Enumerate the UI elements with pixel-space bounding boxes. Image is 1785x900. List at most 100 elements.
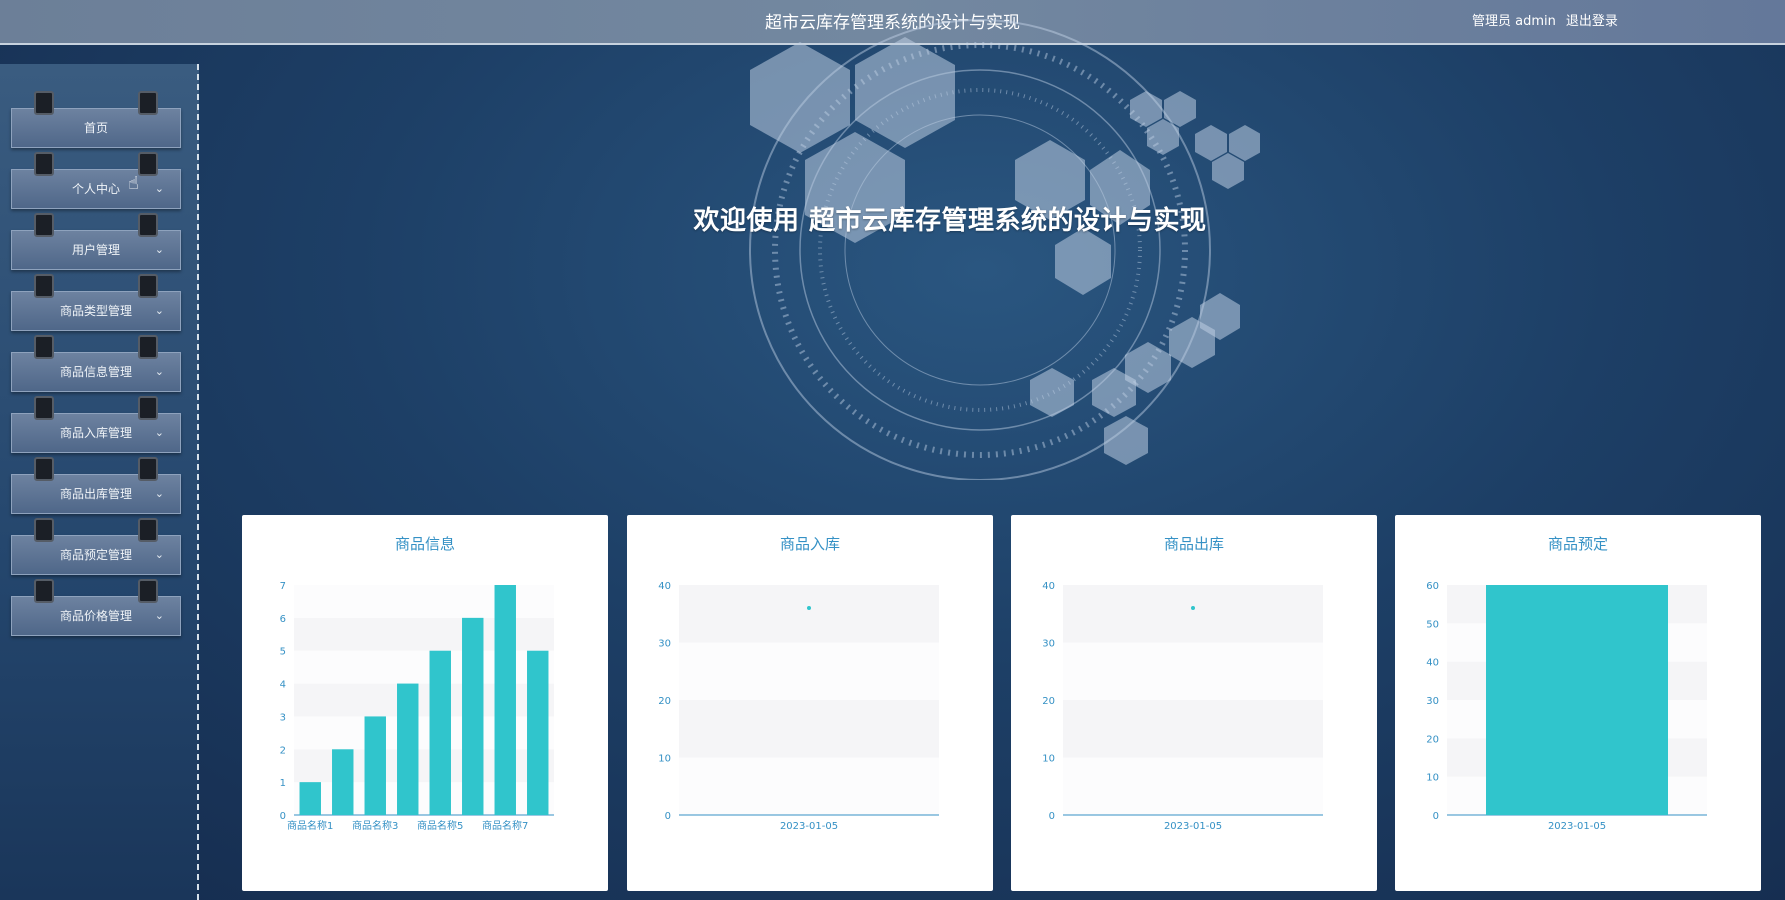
- sidebar-item-label: 商品预定管理: [59, 548, 132, 562]
- y-tick-label: 0: [665, 811, 671, 822]
- chevron-down-icon: ⌄: [154, 609, 164, 622]
- x-tick-label: 商品名称7: [482, 819, 528, 832]
- sidebar-item[interactable]: 用户管理 ⌄: [11, 213, 181, 270]
- chart-card-reservation: 商品预定 0 10 20 30 40 50 60 2023-01-05: [1395, 515, 1761, 891]
- grid-band: [1063, 700, 1323, 758]
- top-header-bar: 超市云库存管理系统的设计与实现 管理员 admin 退出登录: [0, 0, 1785, 45]
- chevron-down-icon: ⌄: [154, 182, 164, 195]
- y-tick-label: 30: [1426, 696, 1439, 707]
- logout-link[interactable]: 退出登录: [1566, 10, 1618, 29]
- sidebar-item-label: 用户管理: [71, 243, 120, 257]
- sidebar-item[interactable]: 商品出库管理 ⌄: [11, 457, 181, 514]
- user-label: 管理员 admin: [1472, 14, 1556, 29]
- chevron-down-icon: ⌄: [154, 487, 164, 500]
- chart-stock-out: 0 10 20 30 40 2023-01-05: [1042, 581, 1323, 832]
- y-tick-label: 10: [658, 754, 671, 765]
- x-tick-label: 2023-01-05: [780, 821, 838, 832]
- chart-reservation: 0 10 20 30 40 50 60 2023-01-05: [1426, 581, 1707, 832]
- chart-product-info: 0 1 2 3 4 5 6 7 商品名称1 商品名称3 商品名称5 商品名称7: [280, 581, 554, 832]
- chevron-down-icon: ⌄: [154, 365, 164, 378]
- binder-clip-icon: [138, 91, 158, 115]
- y-tick-label: 30: [1042, 639, 1055, 650]
- binder-clip-icon: [34, 457, 54, 481]
- x-tick-label: 商品名称5: [417, 819, 463, 832]
- grid-band: [679, 585, 939, 643]
- bar: [397, 683, 419, 815]
- sidebar: 首页 个人中心 ⌄ 用户管理 ⌄ 商品类型管理 ⌄ 商品信息管理 ⌄ 商品入库管理 ⌄ 商品出库管理 ⌄…: [0, 64, 199, 900]
- y-tick-label: 4: [280, 680, 286, 691]
- grid-band: [679, 757, 939, 815]
- y-tick-label: 3: [280, 712, 286, 723]
- binder-clip-icon: [34, 396, 54, 420]
- binder-clip-icon: [34, 274, 54, 298]
- y-tick-label: 6: [280, 614, 286, 625]
- chevron-down-icon: ⌄: [154, 426, 164, 439]
- sidebar-item[interactable]: 商品预定管理 ⌄: [11, 518, 181, 575]
- chart-card-stock-in: 商品入库 0 10 20 30 40 2023-01-05: [627, 515, 993, 891]
- binder-clip-icon: [34, 335, 54, 359]
- grid-band: [679, 642, 939, 700]
- chart-card-stock-out: 商品出库 0 10 20 30 40 2023-01-05: [1011, 515, 1377, 891]
- y-tick-label: 50: [1426, 619, 1439, 630]
- watermark: CSDN @ ゛小许程序设计: [1405, 858, 1750, 893]
- bar: [494, 585, 516, 815]
- welcome-heading: 欢迎使用 超市云库存管理系统的设计与实现: [693, 206, 1207, 236]
- binder-clip-icon: [34, 152, 54, 176]
- sidebar-item[interactable]: 商品入库管理 ⌄: [11, 396, 181, 453]
- x-tick-label: 商品名称1: [287, 819, 333, 832]
- grid-band: [1063, 642, 1323, 700]
- y-tick-label: 40: [1426, 658, 1439, 669]
- y-tick-label: 10: [1426, 773, 1439, 784]
- sidebar-item-label: 商品出库管理: [59, 487, 132, 501]
- y-tick-label: 0: [1433, 811, 1439, 822]
- sidebar-item[interactable]: 商品价格管理 ⌄: [11, 579, 181, 636]
- grid-band: [1063, 585, 1323, 643]
- bar: [429, 650, 451, 815]
- binder-clip-icon: [34, 518, 54, 542]
- y-tick-label: 20: [658, 696, 671, 707]
- y-tick-label: 60: [1426, 581, 1439, 592]
- sidebar-item[interactable]: 商品信息管理 ⌄: [11, 335, 181, 392]
- y-tick-label: 5: [280, 647, 286, 658]
- y-tick-label: 30: [658, 639, 671, 650]
- y-tick-label: 2: [280, 745, 286, 756]
- chart-card-product-info: 商品信息 0 1 2 3 4 5 6 7 商品名称1 商品名称3 商品名称5 商品名称7: [242, 515, 608, 891]
- chevron-down-icon: ⌄: [154, 548, 164, 561]
- x-tick-label: 商品名称3: [352, 819, 398, 832]
- bar: [332, 749, 354, 815]
- y-tick-label: 40: [658, 581, 671, 592]
- chevron-down-icon: ⌄: [154, 243, 164, 256]
- binder-clip-icon: [34, 91, 54, 115]
- sidebar-item[interactable]: 个人中心 ⌄: [11, 152, 181, 209]
- chart-stock-in: 0 10 20 30 40 2023-01-05: [658, 581, 939, 832]
- bar: [1486, 585, 1668, 815]
- grid-band: [679, 700, 939, 758]
- bar: [462, 617, 484, 815]
- y-tick-label: 1: [280, 778, 286, 789]
- x-tick-label: 2023-01-05: [1548, 821, 1606, 832]
- hexagon-circle-decoration: [749, 19, 1260, 480]
- sidebar-item[interactable]: 首页: [11, 91, 181, 148]
- sidebar-item-label: 商品类型管理: [59, 304, 132, 318]
- sidebar-item-label: 个人中心: [71, 182, 120, 196]
- y-tick-label: 10: [1042, 754, 1055, 765]
- bar: [527, 650, 549, 815]
- data-point: [1191, 606, 1195, 610]
- bar: [299, 782, 321, 815]
- y-tick-label: 40: [1042, 581, 1055, 592]
- y-tick-label: 0: [280, 811, 286, 822]
- user-area: 管理员 admin 退出登录: [1472, 10, 1618, 29]
- y-tick-label: 7: [280, 581, 286, 592]
- grid-band: [1063, 757, 1323, 815]
- binder-clip-icon: [34, 579, 54, 603]
- y-tick-label: 0: [1049, 811, 1055, 822]
- sidebar-item-label: 商品价格管理: [59, 609, 132, 623]
- data-point: [807, 606, 811, 610]
- chevron-down-icon: ⌄: [154, 304, 164, 317]
- x-tick-label: 2023-01-05: [1164, 821, 1222, 832]
- y-tick-label: 20: [1426, 734, 1439, 745]
- binder-clip-icon: [34, 213, 54, 237]
- sidebar-item[interactable]: 商品类型管理 ⌄: [11, 274, 181, 331]
- bar: [364, 716, 386, 815]
- mouse-cursor-icon: ☝: [128, 173, 139, 194]
